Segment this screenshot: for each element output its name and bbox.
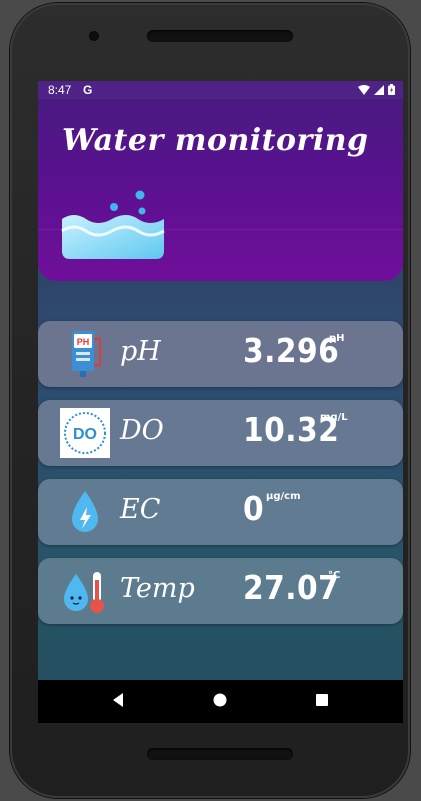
app-screen: 8:47 G Water monitoring PH pH 3.296 pH D… — [38, 81, 403, 723]
sensor-value-ec: 0 — [243, 489, 265, 528]
sensor-unit-ph: pH — [329, 333, 345, 344]
wifi-icon — [358, 84, 370, 95]
status-icons — [358, 84, 395, 95]
cellular-icon — [374, 84, 384, 95]
sensor-unit-do: mg/L — [320, 412, 348, 423]
sensor-unit-ec: µg/cm — [266, 491, 301, 502]
recents-icon[interactable] — [314, 692, 330, 708]
svg-text:PH: PH — [77, 337, 90, 347]
sensor-card-ec[interactable]: EC 0 µg/cm — [38, 479, 403, 545]
sensor-label-do: DO — [120, 415, 164, 446]
sensor-value-ph: 3.296 — [243, 331, 340, 370]
sensor-card-temp[interactable]: Temp 27.07 °C — [38, 558, 403, 624]
sensor-unit-temp: °C — [328, 570, 341, 581]
front-camera — [89, 31, 99, 41]
sensor-label-ph: pH — [120, 336, 161, 367]
app-title: Water monitoring — [62, 123, 369, 158]
do-badge-icon: DO — [60, 408, 110, 458]
water-drop-bolt-icon — [72, 491, 98, 532]
back-icon[interactable] — [110, 692, 126, 708]
phone-frame: 8:47 G Water monitoring PH pH 3.296 pH D… — [10, 3, 410, 798]
navigation-bar — [38, 680, 403, 723]
sensor-label-ec: EC — [120, 494, 161, 525]
battery-icon — [388, 84, 395, 95]
app-header: Water monitoring — [38, 99, 403, 281]
status-bar: 8:47 G — [38, 81, 403, 99]
do-badge-text: DO — [73, 426, 97, 443]
ph-meter-icon: PH — [72, 331, 101, 377]
sensor-label-temp: Temp — [120, 573, 195, 604]
status-time: 8:47 — [48, 83, 72, 97]
home-icon[interactable] — [212, 692, 228, 708]
sensor-value-temp: 27.07 — [243, 568, 340, 607]
sensor-card-do[interactable]: DO DO 10.32 mg/L — [38, 400, 403, 466]
status-notification-g: G — [83, 83, 93, 97]
sensor-card-ph[interactable]: PH pH 3.296 pH — [38, 321, 403, 387]
bottom-speaker — [147, 748, 293, 760]
thermometer-drop-icon — [64, 572, 104, 613]
water-tank-icon — [61, 190, 165, 259]
top-speaker — [147, 30, 293, 42]
